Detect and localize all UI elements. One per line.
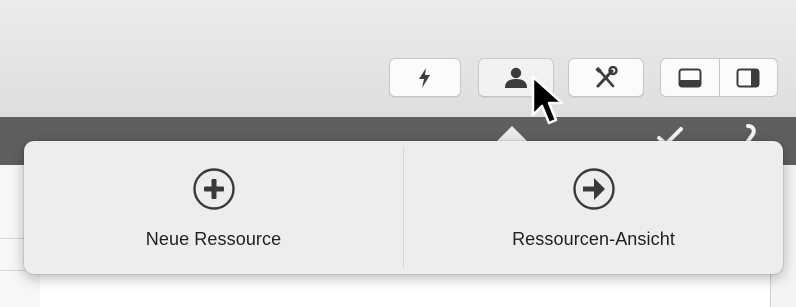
- popover-arrow: [496, 126, 528, 142]
- person-icon: [505, 67, 527, 88]
- mouse-cursor-icon: [531, 75, 564, 125]
- resource-view-action[interactable]: Ressourcen-Ansicht: [404, 141, 783, 274]
- tools-button[interactable]: [568, 58, 644, 97]
- wrench-screwdriver-icon: [595, 65, 618, 87]
- new-resource-action[interactable]: Neue Ressource: [24, 141, 403, 274]
- lightning-button[interactable]: [389, 58, 461, 97]
- resource-popover: Neue Ressource Ressourcen-Ansicht: [24, 141, 783, 274]
- view-toggle-group: [660, 58, 778, 97]
- right-panel-icon: [736, 68, 760, 87]
- arrow-right-circle-icon: [572, 168, 615, 210]
- side-panel-toggle[interactable]: [720, 59, 778, 96]
- bottom-panel-icon: [678, 68, 702, 87]
- new-resource-label: Neue Ressource: [145, 229, 282, 249]
- resource-view-label: Ressourcen-Ansicht: [512, 229, 675, 249]
- lightning-icon: [419, 67, 430, 88]
- plus-circle-icon: [192, 168, 235, 210]
- bottom-panel-toggle[interactable]: [661, 59, 719, 96]
